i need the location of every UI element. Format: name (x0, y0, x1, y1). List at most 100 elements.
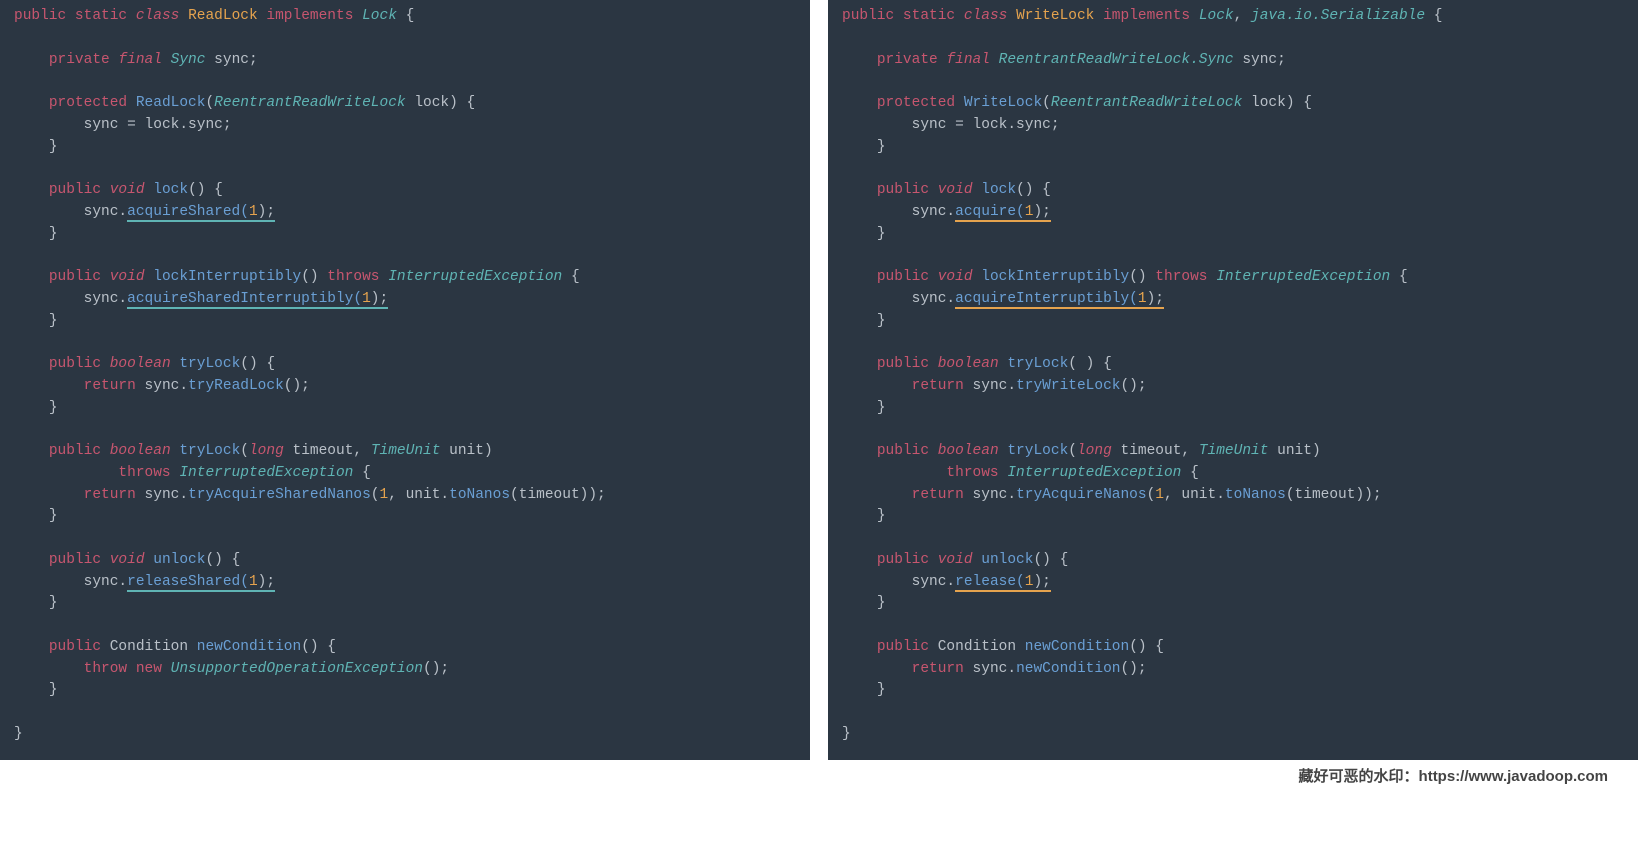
arg1: 1 (380, 487, 389, 503)
kw-new: new (136, 661, 162, 677)
sync: sync. (912, 204, 956, 220)
kw-final: final (118, 52, 162, 68)
kw-public: public (49, 552, 101, 568)
method-unlock: unlock (153, 552, 205, 568)
call-release: release(1); (955, 574, 1051, 592)
sync: sync. (973, 661, 1017, 677)
tail: ) { (449, 95, 475, 111)
timeunit: TimeUnit (1199, 443, 1269, 459)
kw-return: return (912, 661, 964, 677)
watermark-text: 藏好可恶的水印： (1299, 768, 1419, 785)
p1: timeout, (293, 443, 363, 459)
brace: } (49, 139, 58, 155)
iface-lock: Lock (362, 8, 397, 24)
method-trylock: tryLock (179, 356, 240, 372)
tail: () { (1033, 552, 1068, 568)
call2: toNanos (449, 487, 510, 503)
kw-private: private (877, 52, 938, 68)
exc: InterruptedException (1216, 269, 1390, 285)
sync: sync. (84, 204, 128, 220)
kw-implements: implements (266, 8, 353, 24)
tail: ) { (1286, 95, 1312, 111)
kw-static: static (903, 8, 955, 24)
end: (); (284, 378, 310, 394)
iface-serializable: java.io.Serializable (1251, 8, 1425, 24)
brace: } (877, 595, 886, 611)
kw-public: public (49, 639, 101, 655)
class-name: WriteLock (1016, 8, 1094, 24)
ctor: ReadLock (136, 95, 206, 111)
kw-void: void (110, 552, 145, 568)
param-name: lock (1251, 95, 1286, 111)
kw-public: public (877, 356, 929, 372)
kw-boolean: boolean (938, 443, 999, 459)
call-acquire: acquire(1); (955, 204, 1051, 222)
stmt: sync = lock.sync; (912, 117, 1060, 133)
kw-return: return (912, 378, 964, 394)
timeunit: TimeUnit (371, 443, 441, 459)
method-newcond: newCondition (197, 639, 301, 655)
kw-public: public (877, 269, 929, 285)
iface-lock: Lock (1199, 8, 1234, 24)
kw-throws: throws (327, 269, 379, 285)
stmt: sync = lock.sync; (84, 117, 232, 133)
type-sync: ReentrantReadWriteLock.Sync (999, 52, 1234, 68)
mid: , unit. (388, 487, 449, 503)
method-lock: lock (981, 182, 1016, 198)
kw-throws: throws (946, 465, 998, 481)
var-sync: sync; (214, 52, 258, 68)
parens: () (301, 269, 318, 285)
kw-public: public (877, 443, 929, 459)
call: tryWriteLock (1016, 378, 1120, 394)
class-name: ReadLock (188, 8, 258, 24)
brace: } (49, 508, 58, 524)
method-trylock: tryLock (1007, 443, 1068, 459)
kw-public: public (14, 8, 66, 24)
call-release: releaseShared(1); (127, 574, 275, 592)
kw-public: public (49, 443, 101, 459)
method-unlock: unlock (981, 552, 1033, 568)
kw-public: public (49, 182, 101, 198)
sync: sync. (973, 487, 1017, 503)
kw-return: return (84, 487, 136, 503)
method-name: lockInterruptibly (153, 269, 301, 285)
exc: InterruptedException (1007, 465, 1181, 481)
kw-throws: throws (1155, 269, 1207, 285)
p2: unit) (1277, 443, 1321, 459)
tail: () { (301, 639, 336, 655)
kw-final: final (946, 52, 990, 68)
exc: InterruptedException (388, 269, 562, 285)
brace: } (14, 726, 23, 742)
call: newCondition (1016, 661, 1120, 677)
end: (timeout)); (510, 487, 606, 503)
brace: } (49, 226, 58, 242)
kw-void: void (938, 552, 973, 568)
method-lock: lock (153, 182, 188, 198)
kw-void: void (110, 182, 145, 198)
exc: UnsupportedOperationException (171, 661, 423, 677)
call: tryAcquireSharedNanos (188, 487, 371, 503)
sync: sync. (912, 574, 956, 590)
p1: timeout, (1121, 443, 1191, 459)
kw-void: void (938, 269, 973, 285)
kw-implements: implements (1103, 8, 1190, 24)
kw-private: private (49, 52, 110, 68)
ret-type: Condition (938, 639, 1016, 655)
brace: { (406, 8, 415, 24)
brace: } (877, 226, 886, 242)
exc: InterruptedException (179, 465, 353, 481)
kw-void: void (938, 182, 973, 198)
open: ( (371, 487, 380, 503)
tail: () { (1016, 182, 1051, 198)
parens: () (1129, 269, 1146, 285)
method-newcond: newCondition (1025, 639, 1129, 655)
open: ( (1147, 487, 1156, 503)
kw-boolean: boolean (110, 356, 171, 372)
tail: () { (205, 552, 240, 568)
code-comparison: public static class ReadLock implements … (0, 0, 1638, 760)
call-acq-int: acquireInterruptibly(1); (955, 291, 1164, 309)
ctor: WriteLock (964, 95, 1042, 111)
kw-public: public (49, 269, 101, 285)
kw-void: void (110, 269, 145, 285)
sync: sync. (145, 378, 189, 394)
